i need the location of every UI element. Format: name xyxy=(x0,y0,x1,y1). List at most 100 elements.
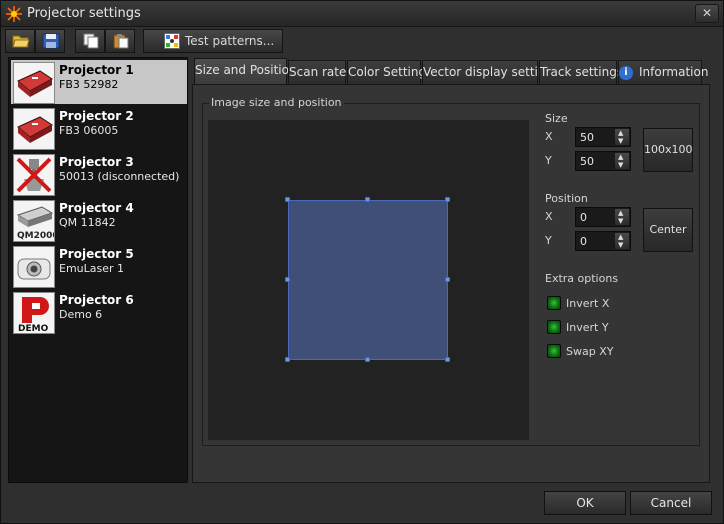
invert-y-label[interactable]: Invert Y xyxy=(566,321,609,334)
tab-label: Scan rate xyxy=(289,65,347,79)
image-area-rect[interactable] xyxy=(288,200,448,360)
ok-label: OK xyxy=(576,496,594,510)
resize-handle-top-right[interactable] xyxy=(445,197,450,202)
spin-down-icon[interactable]: ▼ xyxy=(618,137,623,145)
spin-up-icon[interactable]: ▲ xyxy=(618,233,623,241)
qm2000-device-icon: QM2000 xyxy=(13,200,59,242)
position-x-value: 0 xyxy=(580,211,587,224)
settings-panel: Image size and position Size X 50 ▲ ▼ Y … xyxy=(192,84,710,483)
swap-xy-label[interactable]: Swap XY xyxy=(566,345,613,358)
disconnected-device-icon xyxy=(13,154,55,196)
resize-handle-top[interactable] xyxy=(365,197,370,202)
emulaser-projector-icon xyxy=(13,246,55,288)
projector-name: Projector 1 xyxy=(59,63,134,77)
projector-settings-window: Projector settings ✕ Test patterns... Pr… xyxy=(0,0,724,524)
size-x-label: X xyxy=(545,130,553,143)
preview-canvas[interactable] xyxy=(208,120,529,440)
projector-item-4[interactable]: QM2000 Projector 4 QM 11842 xyxy=(11,198,187,242)
save-button[interactable] xyxy=(35,29,65,53)
projector-name: Projector 2 xyxy=(59,109,134,123)
resize-handle-bottom[interactable] xyxy=(365,357,370,362)
ok-button[interactable]: OK xyxy=(544,491,626,515)
toolbar: Test patterns... xyxy=(5,29,719,53)
projector-item-3[interactable]: Projector 3 50013 (disconnected) xyxy=(11,152,187,196)
tab-vector-display-settings[interactable]: Vector display settings xyxy=(422,60,559,86)
open-button[interactable] xyxy=(5,29,35,53)
qm2000-thumb-caption: QM2000 xyxy=(17,231,54,241)
spin-down-icon[interactable]: ▼ xyxy=(618,241,623,249)
save-disk-icon xyxy=(42,33,60,49)
invert-y-checkbox[interactable] xyxy=(547,320,561,334)
position-y-value: 0 xyxy=(580,235,587,248)
extra-options-heading: Extra options xyxy=(545,272,619,285)
demo-thumb-caption: DEMO xyxy=(18,324,49,333)
test-patterns-button[interactable]: Test patterns... xyxy=(143,29,283,53)
position-x-stepper[interactable]: 0 ▲ ▼ xyxy=(575,207,631,227)
resize-handle-top-left[interactable] xyxy=(285,197,290,202)
size-x-spin-arrows[interactable]: ▲ ▼ xyxy=(615,129,629,145)
center-button[interactable]: Center xyxy=(643,208,693,252)
spin-up-icon[interactable]: ▲ xyxy=(618,153,623,161)
tab-scan-rate[interactable]: Scan rate xyxy=(288,60,346,86)
size-preset-label: 100x100 xyxy=(644,143,693,156)
swap-xy-checkbox[interactable] xyxy=(547,344,561,358)
cancel-button[interactable]: Cancel xyxy=(630,491,712,515)
spin-down-icon[interactable]: ▼ xyxy=(618,217,623,225)
tab-color-settings[interactable]: Color Settings xyxy=(347,60,432,86)
position-y-label: Y xyxy=(545,234,552,247)
close-icon: ✕ xyxy=(701,6,713,20)
tab-track-settings[interactable]: Track settings xyxy=(539,60,623,86)
invert-x-checkbox[interactable] xyxy=(547,296,561,310)
projector-item-2[interactable]: Projector 2 FB3 06005 xyxy=(11,106,187,150)
tab-size-and-position[interactable]: Size and Position xyxy=(194,58,297,86)
center-label: Center xyxy=(649,223,687,236)
close-button[interactable]: ✕ xyxy=(695,4,719,23)
projector-name: Projector 6 xyxy=(59,293,134,307)
app-logo-icon xyxy=(6,6,22,22)
projector-name: Projector 3 xyxy=(59,155,134,169)
projector-list[interactable]: Projector 1 FB3 52982 Projector 2 FB3 06… xyxy=(8,57,188,483)
position-x-label: X xyxy=(545,210,553,223)
position-y-stepper[interactable]: 0 ▲ ▼ xyxy=(575,231,631,251)
projector-serial: QM 11842 xyxy=(59,216,116,229)
invert-x-label[interactable]: Invert X xyxy=(566,297,609,310)
resize-handle-bottom-left[interactable] xyxy=(285,357,290,362)
position-x-spin-arrows[interactable]: ▲ ▼ xyxy=(615,209,629,225)
projector-item-6[interactable]: DEMO Projector 6 Demo 6 xyxy=(11,290,187,334)
window-title: Projector settings xyxy=(27,6,141,21)
info-icon: i xyxy=(619,65,633,80)
paste-button[interactable] xyxy=(105,29,135,53)
size-y-value: 50 xyxy=(580,155,594,168)
test-pattern-icon xyxy=(164,33,180,49)
size-y-label: Y xyxy=(545,154,552,167)
size-y-spin-arrows[interactable]: ▲ ▼ xyxy=(615,153,629,169)
spin-down-icon[interactable]: ▼ xyxy=(618,161,623,169)
folder-open-icon xyxy=(12,35,30,48)
size-100x100-button[interactable]: 100x100 xyxy=(643,128,693,172)
tab-label: Information xyxy=(639,65,709,79)
tab-label: Color Settings xyxy=(348,65,433,79)
title-bar[interactable]: Projector settings ✕ xyxy=(1,1,723,27)
projector-item-1[interactable]: Projector 1 FB3 52982 xyxy=(11,60,187,104)
copy-icon xyxy=(83,33,99,49)
copy-button[interactable] xyxy=(75,29,105,53)
spin-up-icon[interactable]: ▲ xyxy=(618,209,623,217)
position-y-spin-arrows[interactable]: ▲ ▼ xyxy=(615,233,629,249)
position-heading: Position xyxy=(545,192,588,205)
cancel-label: Cancel xyxy=(650,496,692,510)
projector-serial: FB3 06005 xyxy=(59,124,119,137)
resize-handle-right[interactable] xyxy=(445,277,450,282)
size-x-stepper[interactable]: 50 ▲ ▼ xyxy=(575,127,631,147)
fb3-device-icon xyxy=(13,62,55,104)
size-heading: Size xyxy=(545,112,568,125)
resize-handle-bottom-right[interactable] xyxy=(445,357,450,362)
projector-serial: FB3 52982 xyxy=(59,78,119,91)
tab-information[interactable]: i Information xyxy=(618,60,708,86)
spin-up-icon[interactable]: ▲ xyxy=(618,129,623,137)
projector-serial: Demo 6 xyxy=(59,308,103,321)
size-y-stepper[interactable]: 50 ▲ ▼ xyxy=(575,151,631,171)
projector-name: Projector 5 xyxy=(59,247,134,261)
projector-item-5[interactable]: Projector 5 EmuLaser 1 xyxy=(11,244,187,288)
test-patterns-label: Test patterns... xyxy=(185,34,275,48)
resize-handle-left[interactable] xyxy=(285,277,290,282)
